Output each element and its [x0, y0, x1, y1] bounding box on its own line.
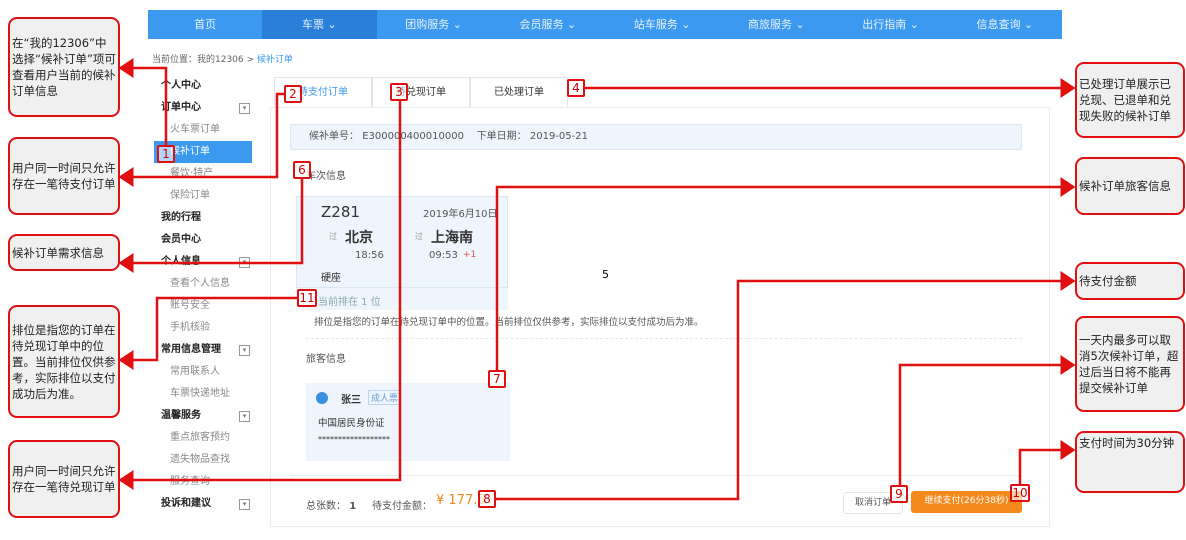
marker-6: 6 [293, 161, 311, 179]
marker-2: 2 [284, 85, 302, 103]
line-9 [898, 355, 1076, 485]
line-2 [118, 92, 284, 187]
marker-8: 8 [478, 490, 496, 508]
callout-left-2: 用户同一时间只允许存在一笔待支付订单 [8, 137, 120, 215]
marker-10: 10 [1010, 484, 1030, 502]
line-10 [1018, 440, 1076, 484]
callout-right-3: 待支付金额 [1075, 262, 1185, 300]
line-8 [496, 271, 1076, 501]
callout-left-3: 候补订单需求信息 [8, 234, 120, 271]
line-6 [118, 179, 304, 273]
line-11 [118, 296, 297, 370]
marker-4: 4 [567, 79, 585, 97]
marker-1: 1 [157, 145, 175, 163]
marker-3: 3 [390, 83, 408, 101]
callout-left-5: 用户同一时间只允许存在一笔待兑现订单 [8, 440, 120, 518]
callout-left-1: 在“我的12306”中选择“候补订单”项可查看用户当前的候补订单信息 [8, 17, 120, 117]
annotation-lines [118, 58, 1076, 501]
callout-right-4: 一天内最多可以取消5次候补订单，超过后当日将不能再提交候补订单 [1075, 316, 1185, 412]
callout-left-4: 排位是指您的订单在待兑现订单中的位置。当前排位仅供参考，实际排位以支付成功后为准… [8, 305, 120, 418]
callout-right-5: 支付时间为30分钟 [1075, 431, 1185, 493]
marker-11: 11 [297, 289, 317, 307]
line-1 [118, 58, 168, 145]
callout-right-2: 候补订单旅客信息 [1075, 157, 1185, 215]
marker-7: 7 [488, 370, 506, 388]
callout-right-1: 已处理订单展示已兑现、已退单和兑现失败的候补订单 [1075, 62, 1185, 138]
marker-9: 9 [890, 485, 908, 503]
line-7 [495, 177, 1076, 370]
